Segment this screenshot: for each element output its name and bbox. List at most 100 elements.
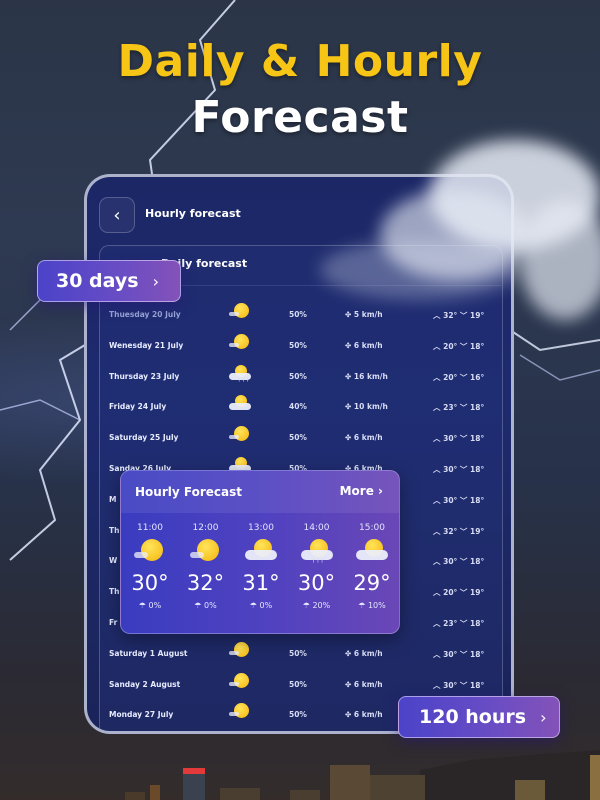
row-wind: ✤ 5 km/h <box>345 310 383 319</box>
row-low: 19° <box>470 588 485 598</box>
row-high-low: ︿ 20° ﹀ 16° <box>433 372 484 383</box>
row-day: Thursday 23 July <box>109 371 180 381</box>
row-high: 20° <box>443 372 458 382</box>
row-high-low: ︿ 30° ﹀ 18° <box>433 680 484 691</box>
row-precipitation: 50% <box>289 340 307 350</box>
row-high: 30° <box>443 434 458 444</box>
row-high: 32° <box>443 526 458 536</box>
hour-temperature: 30° <box>297 571 336 595</box>
daily-row[interactable]: Sanday 2 August 50% ✤ 6 km/h ︿ 30° ﹀ 18° <box>109 672 501 695</box>
sunny-icon <box>229 703 251 721</box>
wind-icon: ✤ <box>345 402 354 412</box>
row-high: 30° <box>443 557 458 567</box>
arrow-up-icon: ︿ <box>433 649 444 659</box>
umbrella-icon: ☂ <box>358 601 368 610</box>
hour-temperature: 31° <box>242 571 280 595</box>
row-low: 18° <box>470 341 485 351</box>
row-precipitation: 50% <box>289 433 307 443</box>
daily-row[interactable]: Saturday 1 August 50% ✤ 6 km/h ︿ 30° ﹀ 18° <box>109 641 501 664</box>
hour-item[interactable]: 13:00 31° ☂ 0% <box>233 523 289 610</box>
row-wind: ✤ 6 km/h <box>345 680 383 689</box>
hour-item[interactable]: 15:00 29° ☂ 10% <box>344 523 399 610</box>
arrow-up-icon: ︿ <box>433 557 444 567</box>
hourly-card-title: Hourly Forecast <box>135 485 242 499</box>
hour-rain-chance: ☂ 0% <box>122 601 178 610</box>
sunny-icon <box>229 672 251 691</box>
arrow-up-icon: ︿ <box>433 465 444 474</box>
hour-time: 15:00 <box>359 523 385 533</box>
row-high: 30° <box>443 465 458 474</box>
arrow-down-icon: ﹀ <box>457 557 471 567</box>
row-high: 32° <box>443 311 458 320</box>
arrow-up-icon: ︿ <box>433 403 444 413</box>
row-precipitation: 50% <box>289 371 307 381</box>
arrow-up-icon: ︿ <box>433 526 444 536</box>
row-high-low: ︿ 20° ﹀ 19° <box>433 587 484 598</box>
more-button[interactable]: More › <box>340 484 383 498</box>
row-high: 23° <box>443 619 458 628</box>
arrow-down-icon: ﹀ <box>457 680 471 690</box>
row-low: 18° <box>470 649 485 659</box>
days-badge-label: 30 days <box>56 270 139 292</box>
hour-time: 13:00 <box>248 523 274 533</box>
row-day: Wenesday 21 July <box>109 340 184 350</box>
arrow-down-icon: ﹀ <box>457 341 471 351</box>
days-badge[interactable]: 30 days › <box>37 260 181 302</box>
umbrella-icon: ☂ <box>194 601 204 610</box>
partly-cloudy-rain-icon: ╵╵╵ <box>300 539 333 567</box>
row-high-low: ︿ 30° ﹀ 18° <box>433 464 484 475</box>
row-day: Sanday 2 August <box>109 679 181 689</box>
arrow-down-icon: ﹀ <box>457 526 471 536</box>
sunny-icon <box>134 539 166 565</box>
daily-row[interactable]: Thuesday 20 July 50% ✤ 5 km/h ︿ 32° ﹀ 19° <box>109 303 501 325</box>
hour-item[interactable]: 12:00 32° ☂ 0% <box>178 523 234 610</box>
hour-temperature: 32° <box>186 571 225 595</box>
daily-row[interactable]: Saturday 25 July 50% ✤ 6 km/h ︿ 30° ﹀ 18° <box>109 426 501 448</box>
row-high: 20° <box>443 588 458 598</box>
hour-weather-icon: ╵╵╵ <box>300 539 333 567</box>
chevron-right-icon: › <box>540 707 547 727</box>
chevron-right-icon: › <box>378 484 383 498</box>
daily-row[interactable]: Friday 24 July 40% ✤ 10 km/h ︿ 23° ﹀ 18° <box>109 395 501 417</box>
row-day: W <box>109 556 118 566</box>
hour-rain-value: 0% <box>204 601 217 610</box>
hour-time: 11:00 <box>137 523 163 533</box>
hours-badge-label: 120 hours <box>419 706 527 728</box>
hour-rain-value: 10% <box>367 601 386 610</box>
sunny-icon <box>189 539 222 565</box>
row-high-low: ︿ 23° ﹀ 18° <box>433 618 484 629</box>
row-wind-value: 16 km/h <box>353 371 388 381</box>
daily-row[interactable]: Wenesday 21 July 50% ✤ 6 km/h ︿ 20° ﹀ 18° <box>109 333 501 356</box>
umbrella-icon: ☂ <box>302 601 313 610</box>
row-weather-icon <box>229 672 251 691</box>
daily-row[interactable]: Thursday 23 July ╵╵╵ 50% ✤ 16 km/h ︿ 20° ﹀ 1… <box>109 364 501 387</box>
row-day: M <box>109 494 117 504</box>
hour-time: 14:00 <box>303 523 330 533</box>
hour-weather-icon <box>189 539 222 565</box>
hour-rain-chance: ☂ 0% <box>178 601 234 610</box>
row-weather-icon <box>229 395 251 413</box>
hour-item[interactable]: 14:00 ╵╵╵ 30° ☂ 20% <box>289 523 345 610</box>
row-day: Thuesday 20 July <box>109 310 181 319</box>
arrow-up-icon: ︿ <box>433 495 444 505</box>
row-wind-value: 6 km/h <box>353 433 383 443</box>
row-wind-value: 6 km/h <box>353 648 383 658</box>
arrow-down-icon: ﹀ <box>457 372 471 382</box>
row-wind: ✤ 6 km/h <box>345 710 383 719</box>
back-button[interactable]: ‹ <box>99 197 135 233</box>
wind-icon: ✤ <box>345 433 354 443</box>
row-high: 20° <box>443 341 458 351</box>
headline-daily-hourly: Daily & Hourly <box>117 36 483 87</box>
hour-time: 12:00 <box>192 523 219 533</box>
hours-badge[interactable]: 120 hours › <box>398 696 560 738</box>
hour-item[interactable]: 11:00 30° ☂ 0% <box>122 523 178 610</box>
row-high-low: ︿ 30° ﹀ 18° <box>433 556 484 567</box>
row-high-low: ︿ 30° ﹀ 18° <box>433 649 484 660</box>
row-day: Th <box>109 587 120 597</box>
row-low: 18° <box>470 619 485 628</box>
row-low: 18° <box>470 465 485 474</box>
row-weather-icon <box>229 333 251 352</box>
row-high-low: ︿ 30° ﹀ 18° <box>433 495 484 506</box>
hour-temperature: 29° <box>353 571 391 595</box>
row-low: 19° <box>470 311 485 320</box>
